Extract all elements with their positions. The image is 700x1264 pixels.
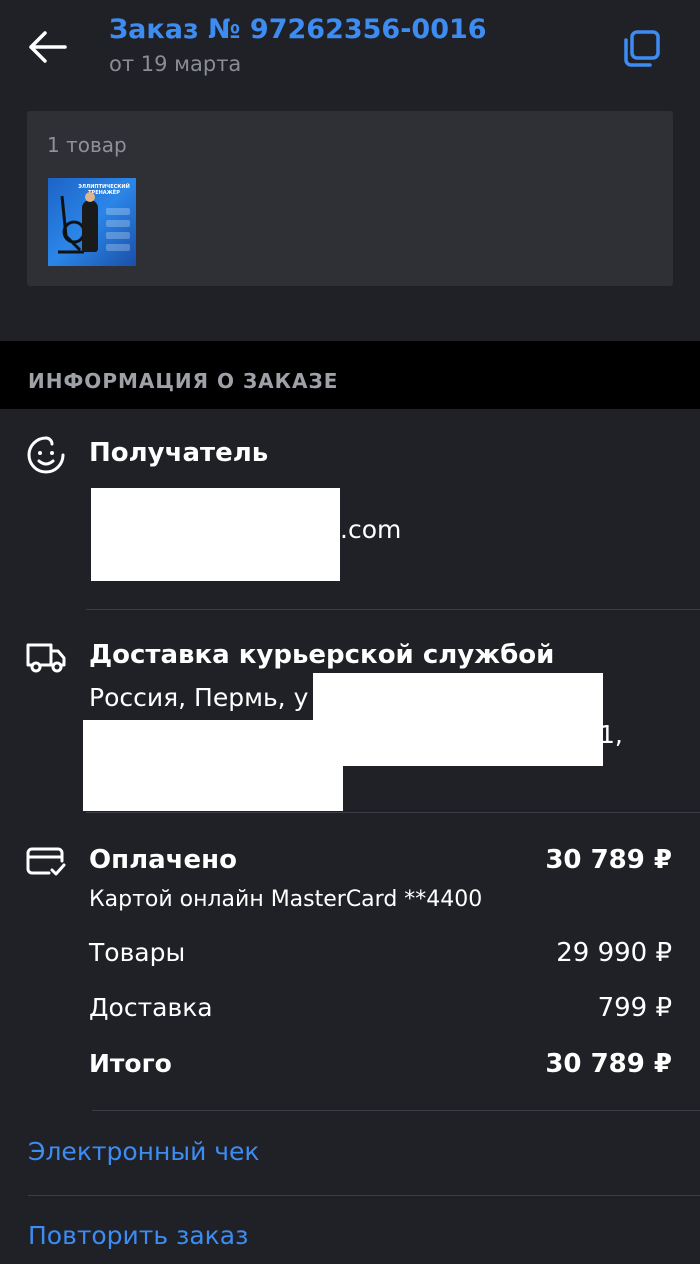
truck-icon [24,635,68,679]
copy-button[interactable] [618,24,666,72]
feature-badge [106,232,130,239]
delivery-address-start: Россия, Пермь, у [89,683,309,712]
delivery-address-tail: 1, [599,720,623,749]
delivery-cost-label: Доставка [89,993,213,1022]
arrow-left-icon [29,31,67,63]
feature-badge [106,244,130,251]
card-check-icon [24,840,68,884]
order-date: от 19 марта [109,52,242,76]
app-header: Заказ № 97262356-0016 от 19 марта [0,0,700,100]
payment-method: Картой онлайн MasterCard **4400 [89,887,483,912]
repeat-order-link[interactable]: Повторить заказ [28,1221,248,1250]
redacted-address [313,673,603,766]
paid-amount: 30 789 ₽ [545,845,672,875]
product-thumbnail[interactable]: ЭЛЛИПТИЧЕСКИЙ ТРЕНАЖЁР [48,178,136,266]
delivery-cost-amount: 799 ₽ [597,993,672,1023]
feature-badge [106,220,130,227]
redacted-address [83,720,343,811]
recipient-title: Получатель [89,438,269,468]
goods-amount: 29 990 ₽ [556,938,672,968]
order-items-card: 1 товар ЭЛЛИПТИЧЕСКИЙ ТРЕНАЖЁР [27,111,673,286]
recipient-email-tail: .com [340,515,402,544]
payment-status-title: Оплачено [89,845,237,875]
goods-label: Товары [89,938,186,967]
copy-icon [624,30,660,67]
person-image [82,192,98,252]
section-header: ИНФОРМАЦИЯ О ЗАКАЗЕ [0,341,700,409]
divider [86,609,700,610]
divider [28,1195,700,1196]
electronic-receipt-link[interactable]: Электронный чек [28,1137,260,1166]
total-amount: 30 789 ₽ [545,1049,672,1079]
divider [92,1110,700,1111]
divider [86,812,700,813]
section-title: ИНФОРМАЦИЯ О ЗАКАЗЕ [28,369,339,393]
back-button[interactable] [22,26,72,68]
feature-badge [106,208,130,215]
total-label: Итого [89,1049,172,1078]
order-title: Заказ № 97262356-0016 [109,14,487,45]
smile-icon [24,433,68,477]
items-count: 1 товар [47,133,127,157]
delivery-title: Доставка курьерской службой [89,640,555,670]
redacted-recipient-info [91,488,340,581]
